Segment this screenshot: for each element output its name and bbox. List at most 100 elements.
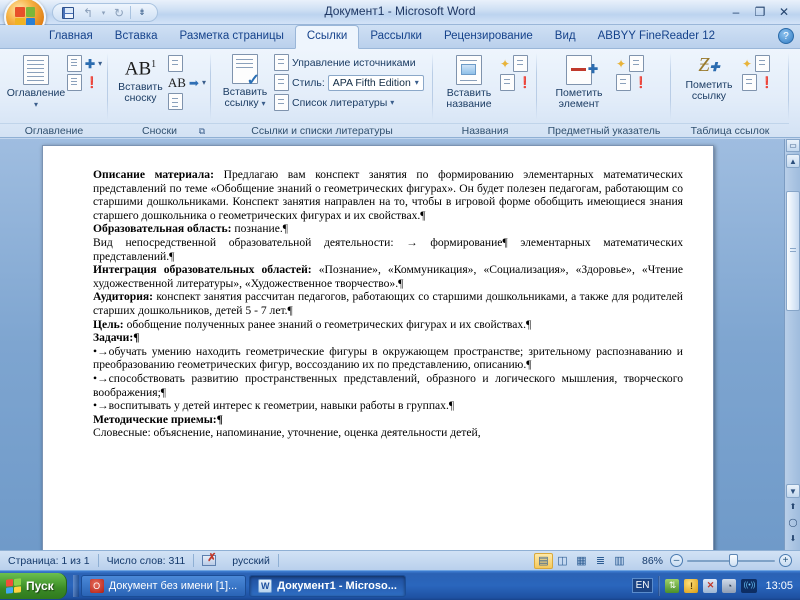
tab-home[interactable]: Главная xyxy=(38,26,104,48)
view-full-screen-reading-button[interactable]: ◫ xyxy=(553,553,572,569)
document-text[interactable]: Описание материала: Предлагаю вам конспе… xyxy=(93,168,683,440)
tab-mailings[interactable]: Рассылки xyxy=(359,26,433,48)
document-workspace: Описание материала: Предлагаю вам конспе… xyxy=(0,139,800,550)
bibliography-button[interactable]: Список литературы ▾ xyxy=(274,94,424,111)
document-page[interactable]: Описание материала: Предлагаю вам конспе… xyxy=(42,145,714,550)
safely-remove-hardware-icon[interactable]: ◔ xyxy=(722,578,737,593)
taskbar-button-word[interactable]: W Документ1 - Microso... xyxy=(249,574,406,597)
plus-icon: ✚ xyxy=(587,62,598,76)
add-text-dropdown-icon[interactable]: ▾ xyxy=(98,59,102,68)
chevron-down-icon[interactable]: ▾ xyxy=(415,78,419,87)
right-arrow-icon: ➡ xyxy=(188,75,199,90)
insert-endnote-button[interactable] xyxy=(167,55,206,72)
taskbar-button-opera[interactable]: O Документ без имени [1]... xyxy=(80,574,247,597)
show-notes-button[interactable] xyxy=(167,93,206,110)
run-bold: Цель: xyxy=(93,317,124,331)
update-figures-table-button[interactable]: ❗ xyxy=(500,74,532,91)
zoom-slider-track[interactable] xyxy=(683,554,779,567)
tab-view[interactable]: Вид xyxy=(544,26,587,48)
scrollbar-thumb[interactable] xyxy=(786,191,800,311)
run-text: познание.¶ xyxy=(231,222,289,236)
paragraph: Описание материала: Предлагаю вам конспе… xyxy=(93,168,683,222)
opera-icon: O xyxy=(89,578,104,593)
view-print-layout-button[interactable]: ▤ xyxy=(533,552,553,569)
tab-page-layout[interactable]: Разметка страницы xyxy=(169,26,295,48)
close-button[interactable]: ✕ xyxy=(774,3,794,20)
table-of-contents-dropdown-icon[interactable]: ▾ xyxy=(34,99,38,110)
page-indicator[interactable]: Страница: 1 из 1 xyxy=(0,551,98,571)
warning-shield-icon[interactable]: ! xyxy=(684,578,699,593)
exclamation-icon: ❗ xyxy=(634,77,648,89)
toa-icon xyxy=(755,55,771,72)
language-bar[interactable]: EN xyxy=(631,578,654,593)
bibliography-dropdown-icon[interactable]: ▾ xyxy=(390,98,394,107)
toa-small-buttons: ✦ ❗ xyxy=(742,53,774,91)
view-draft-button[interactable]: ▥ xyxy=(610,553,629,569)
start-button[interactable]: Пуск xyxy=(0,572,67,599)
manage-sources-label: Управление источниками xyxy=(292,56,416,69)
update-index-button[interactable]: ❗ xyxy=(616,74,648,91)
update-table-button[interactable]: ❗ xyxy=(67,74,102,91)
network-disconnected-icon[interactable]: ✕ xyxy=(703,578,718,593)
word-count[interactable]: Число слов: 311 xyxy=(99,551,194,571)
zoom-level[interactable]: 86% xyxy=(635,555,670,567)
next-footnote-dropdown-icon[interactable]: ▾ xyxy=(202,78,206,87)
citation-style-select[interactable]: APA Fifth Edition ▾ xyxy=(327,74,424,91)
next-page-button[interactable]: ⬇ xyxy=(787,532,799,544)
paragraph: Вид непосредственной образовательной дея… xyxy=(93,236,683,263)
view-web-layout-button[interactable]: ▦ xyxy=(572,553,591,569)
add-text-button[interactable]: ✚ ▾ xyxy=(67,55,102,72)
zoom-out-button[interactable]: – xyxy=(670,554,683,567)
update-table-icon xyxy=(67,74,82,91)
system-clock[interactable]: 13:05 xyxy=(762,580,793,592)
ribbon-tabs: Главная Вставка Разметка страницы Ссылки… xyxy=(0,25,800,49)
view-outline-button[interactable]: ≣ xyxy=(591,553,610,569)
tab-abbyy-finereader[interactable]: ABBYY FineReader 12 xyxy=(587,26,726,48)
language-indicator[interactable]: русский xyxy=(224,551,278,571)
update-toa-icon xyxy=(742,74,757,91)
insert-table-of-figures-button[interactable]: ✦ xyxy=(500,55,532,72)
scroll-down-button[interactable]: ▼ xyxy=(786,484,800,498)
restore-button[interactable]: ❐ xyxy=(750,3,770,20)
insert-caption-button[interactable]: Вставить название xyxy=(438,53,500,110)
footnote-ab-icon: AB1 xyxy=(124,58,157,80)
table-of-contents-button[interactable]: Оглавление ▾ xyxy=(5,53,67,110)
insert-caption-icon xyxy=(456,55,482,85)
ribbon-group-citations: ✓ Вставить ссылку ▾ Управление источника… xyxy=(211,49,433,138)
next-footnote-button[interactable]: AB ➡ ▾ xyxy=(168,74,206,91)
help-icon[interactable]: ? xyxy=(778,28,794,44)
select-browse-object-button[interactable]: ◯ xyxy=(787,516,799,528)
paragraph: Цель: обобщение полученных ранее знаний … xyxy=(93,318,683,332)
wireless-network-icon[interactable]: ((•)) xyxy=(741,578,758,593)
mark-citation-button[interactable]: Ƶ✚ Пометить ссылку xyxy=(676,53,742,102)
tab-review[interactable]: Рецензирование xyxy=(433,26,544,48)
toc-small-buttons: ✚ ▾ ❗ xyxy=(67,53,102,91)
manage-sources-button[interactable]: Управление источниками xyxy=(274,54,424,71)
insert-footnote-button[interactable]: AB1 Вставить сноску xyxy=(113,53,168,104)
scroll-up-button[interactable]: ▲ xyxy=(786,154,800,168)
update-toa-button[interactable]: ❗ xyxy=(742,74,774,91)
mark-entry-button[interactable]: ✚ Пометить элемент xyxy=(542,53,616,110)
taskbar: Пуск O Документ без имени [1]... W Докум… xyxy=(0,570,800,600)
citation-style-value: APA Fifth Edition xyxy=(332,76,411,89)
vertical-scrollbar[interactable]: ▭ ▲ ▼ ⬆ ◯ ⬇ xyxy=(784,139,800,550)
tab-insert[interactable]: Вставка xyxy=(104,26,169,48)
minimize-button[interactable]: – xyxy=(726,3,746,20)
zoom-slider-handle[interactable] xyxy=(729,554,738,567)
tab-references[interactable]: Ссылки xyxy=(294,25,360,49)
insert-citation-button[interactable]: ✓ Вставить ссылку ▾ xyxy=(216,52,274,109)
sparkle-icon: ✦ xyxy=(500,56,511,71)
zoom-control: – + xyxy=(670,554,800,567)
insert-index-button[interactable]: ✦ xyxy=(616,55,648,72)
paragraph: Образовательная область: познание.¶ xyxy=(93,222,683,236)
next-footnote-icon: AB xyxy=(167,74,186,90)
insert-citation-dropdown-icon[interactable]: ▾ xyxy=(262,99,266,108)
footnotes-dialog-launcher[interactable]: ⧉ xyxy=(196,125,208,137)
previous-page-button[interactable]: ⬆ xyxy=(787,500,799,512)
network-activity-icon[interactable]: ⇅ xyxy=(665,578,680,593)
proofing-status-icon[interactable]: ✗ xyxy=(194,551,224,571)
insert-table-of-authorities-button[interactable]: ✦ xyxy=(742,55,774,72)
run-bold: Интеграция образовательных областей: xyxy=(93,263,312,277)
split-window-button[interactable]: ▭ xyxy=(786,139,800,152)
zoom-in-button[interactable]: + xyxy=(779,554,792,567)
